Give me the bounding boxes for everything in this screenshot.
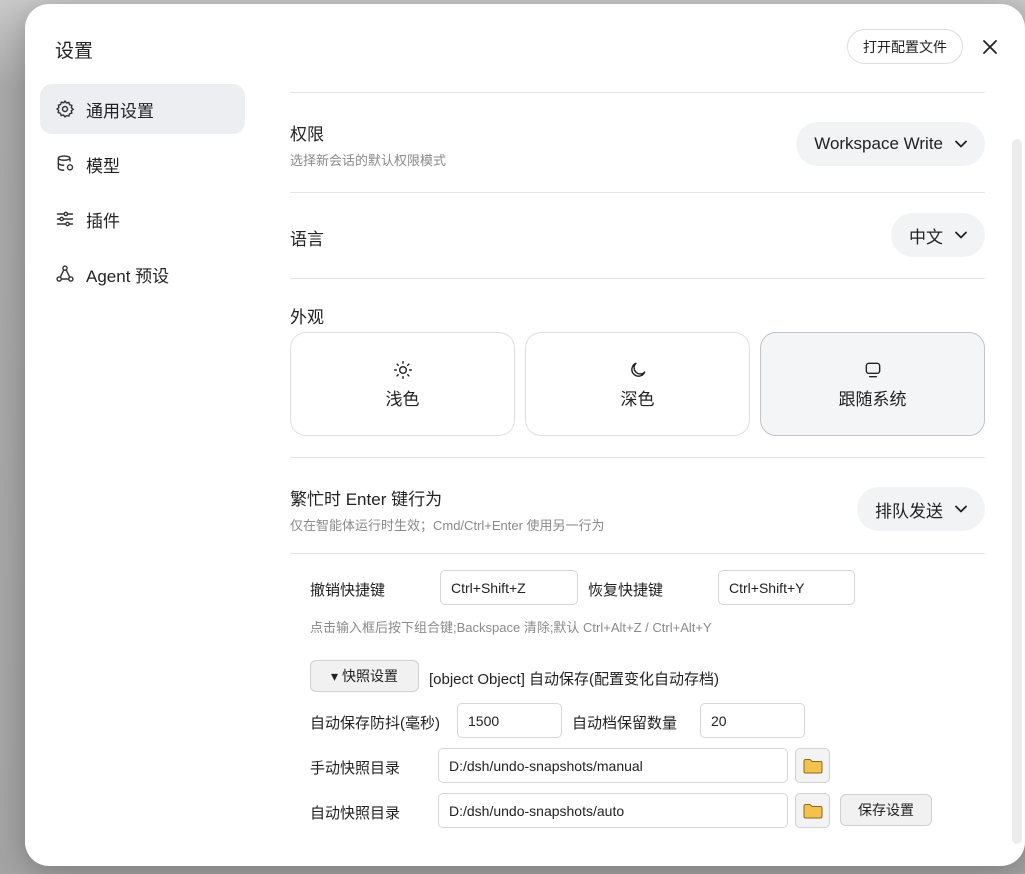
language-title: 语言 [290, 230, 324, 249]
busy-enter-subtitle: 仅在智能体运行时生效；Cmd/Ctrl+Enter 使用另一行为 [290, 518, 605, 533]
manual-dir-input[interactable]: D:/dsh/undo-snapshots/manual [438, 748, 788, 783]
settings-content: 权限 选择新会话的默认权限模式 Workspace Write 语言 中文 外观 [290, 92, 985, 866]
theme-option-label: 浅色 [385, 389, 420, 409]
scrollbar[interactable] [1012, 139, 1022, 844]
save-settings-button[interactable]: 保存设置 [840, 794, 932, 826]
moon-icon [628, 359, 648, 381]
sun-icon [393, 359, 413, 381]
theme-option-light[interactable]: 浅色 [290, 332, 515, 436]
debounce-label: 自动保存防抖(毫秒) [310, 715, 440, 732]
permissions-title: 权限 [290, 125, 324, 144]
close-icon [983, 40, 997, 54]
dialog-title: 设置 [55, 41, 94, 62]
sidebar-item-label: 插件 [86, 211, 120, 231]
keep-count-label: 自动档保留数量 [572, 715, 678, 732]
close-button[interactable] [977, 34, 1003, 60]
undo-shortcut-label: 撤销快捷键 [310, 582, 386, 599]
keep-count-input[interactable]: 20 [700, 703, 805, 738]
divider [290, 92, 985, 93]
divider [290, 457, 985, 458]
debounce-input[interactable]: 1500 [457, 703, 562, 738]
folder-icon [803, 803, 822, 818]
auto-dir-browse-button[interactable] [795, 793, 830, 828]
sidebar-item-agent-presets[interactable]: Agent 预设 [40, 249, 245, 299]
busy-enter-value: 排队发送 [875, 501, 943, 521]
theme-option-label: 深色 [620, 389, 655, 409]
divider [290, 192, 985, 193]
theme-option-system[interactable]: 跟随系统 [760, 332, 985, 436]
settings-dialog: 设置 打开配置文件 通用设置 模型 插件 Agent 预设 权限 选择新会话的默… [25, 4, 1025, 866]
auto-dir-input[interactable]: D:/dsh/undo-snapshots/auto [438, 793, 788, 828]
sidebar-item-label: 通用设置 [86, 101, 154, 121]
sidebar-item-plugins[interactable]: 插件 [40, 194, 245, 244]
snapshot-settings-toggle[interactable]: ▾ 快照设置 [310, 660, 419, 692]
sidebar-item-models[interactable]: 模型 [40, 139, 245, 189]
undo-shortcut-input[interactable]: Ctrl+Shift+Z [440, 570, 578, 605]
divider [290, 553, 985, 554]
busy-enter-title: 繁忙时 Enter 键行为 [290, 490, 443, 509]
sidebar: 通用设置 模型 插件 Agent 预设 [40, 84, 245, 304]
language-value: 中文 [909, 227, 943, 247]
theme-option-label: 跟随系统 [838, 389, 907, 409]
language-dropdown[interactable]: 中文 [891, 213, 985, 257]
gear-icon [54, 98, 76, 120]
sidebar-item-label: Agent 预设 [86, 266, 170, 286]
network-icon [54, 263, 76, 285]
chevron-down-icon [955, 231, 967, 239]
permissions-value: Workspace Write [814, 134, 943, 153]
divider [290, 278, 985, 279]
manual-dir-label: 手动快照目录 [310, 760, 401, 777]
chevron-down-icon [955, 140, 967, 148]
auto-dir-label: 自动快照目录 [310, 805, 401, 822]
shortcut-hint: 点击输入框后按下组合键;Backspace 清除;默认 Ctrl+Alt+Z /… [310, 620, 712, 635]
monitor-icon [863, 359, 883, 381]
sidebar-item-label: 模型 [86, 156, 120, 176]
manual-dir-browse-button[interactable] [795, 748, 830, 783]
open-config-button[interactable]: 打开配置文件 [847, 29, 963, 64]
redo-shortcut-input[interactable]: Ctrl+Shift+Y [718, 570, 855, 605]
appearance-title: 外观 [290, 308, 324, 327]
permissions-subtitle: 选择新会话的默认权限模式 [290, 153, 447, 168]
chevron-down-icon [955, 505, 967, 513]
theme-option-dark[interactable]: 深色 [525, 332, 750, 436]
folder-icon [803, 758, 822, 773]
snapshot-status-text: [object Object] 自动保存(配置变化自动存档) [429, 671, 720, 688]
sidebar-item-general[interactable]: 通用设置 [40, 84, 245, 134]
busy-enter-dropdown[interactable]: 排队发送 [857, 487, 985, 531]
redo-shortcut-label: 恢复快捷键 [588, 582, 664, 599]
database-icon [54, 153, 76, 175]
permissions-dropdown[interactable]: Workspace Write [796, 122, 985, 166]
sliders-icon [54, 208, 76, 230]
